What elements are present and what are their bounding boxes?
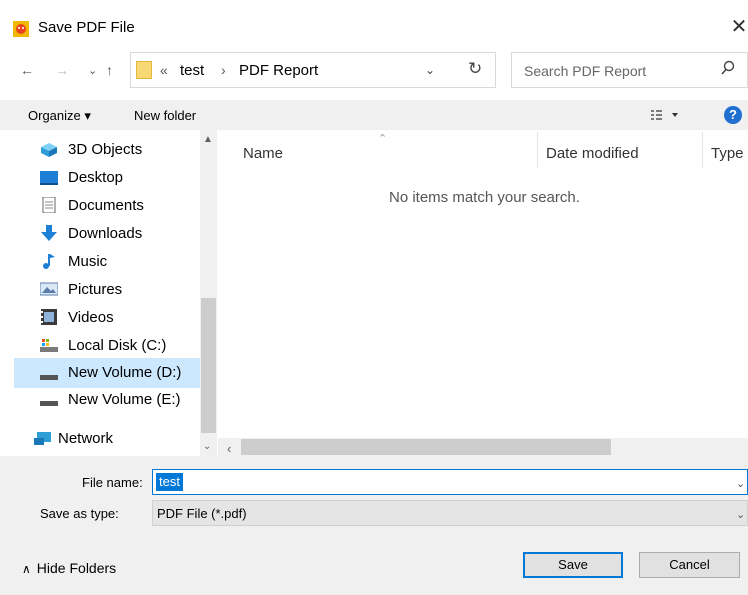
- hide-folders-button[interactable]: ∧ Hide Folders: [22, 560, 116, 576]
- sidebar-item-new-volume-e[interactable]: New Volume (E:): [14, 386, 200, 414]
- sort-ascending-icon: ⌃: [378, 133, 388, 145]
- sidebar-item-label: Desktop: [68, 169, 124, 186]
- save-as-type-label: Save as type:: [40, 506, 119, 521]
- address-dropdown-icon[interactable]: ⌄: [425, 63, 435, 77]
- videos-icon: [41, 309, 57, 325]
- column-divider[interactable]: [702, 132, 703, 168]
- sidebar-item-label: New Volume (D:): [68, 364, 182, 381]
- back-icon[interactable]: ←: [20, 62, 34, 78]
- desktop-icon: [40, 171, 58, 185]
- local-disk-icon: [40, 339, 58, 352]
- documents-icon: [42, 197, 56, 213]
- file-name-label: File name:: [82, 475, 143, 490]
- sidebar-item-label: Downloads: [68, 225, 143, 242]
- save-button[interactable]: Save: [523, 552, 623, 578]
- 3d-objects-icon: [41, 143, 57, 157]
- scroll-down-icon[interactable]: ⌄: [203, 441, 211, 452]
- sidebar-item-documents[interactable]: Documents: [14, 192, 200, 220]
- search-icon[interactable]: [720, 60, 736, 78]
- chevron-up-icon: ∧: [22, 562, 31, 576]
- sidebar-item-pictures[interactable]: Pictures: [14, 276, 200, 304]
- command-bar: [0, 100, 748, 130]
- app-icon: [13, 21, 29, 37]
- breadcrumb-item-test[interactable]: test: [180, 62, 204, 79]
- up-icon[interactable]: ↑: [106, 62, 113, 78]
- refresh-icon[interactable]: ↻: [468, 59, 482, 79]
- breadcrumb-item-pdf-report[interactable]: PDF Report: [239, 62, 318, 79]
- view-options-icon[interactable]: [650, 107, 680, 123]
- sidebar-item-network[interactable]: Network: [0, 425, 200, 453]
- file-name-field[interactable]: [152, 469, 748, 495]
- network-icon: [34, 432, 51, 445]
- sidebar-item-local-disk-c[interactable]: Local Disk (C:): [14, 332, 200, 360]
- sidebar-item-label: Videos: [68, 309, 114, 326]
- organize-button[interactable]: Organize ▾: [28, 108, 91, 124]
- downloads-icon: [41, 225, 57, 241]
- horizontal-scrollbar-thumb[interactable]: [241, 439, 611, 455]
- recent-locations-icon[interactable]: ⌄: [88, 64, 97, 77]
- sidebar-item-label: Network: [58, 430, 114, 447]
- drive-icon: [40, 401, 58, 406]
- scroll-up-icon[interactable]: ▲: [203, 134, 213, 145]
- save-as-type-value[interactable]: PDF File (*.pdf): [157, 506, 247, 521]
- music-icon: [43, 254, 55, 269]
- sidebar-item-3d-objects[interactable]: 3D Objects: [14, 136, 200, 164]
- column-header-type[interactable]: Type: [711, 145, 744, 162]
- sidebar-item-new-volume-d[interactable]: New Volume (D:): [14, 358, 200, 388]
- empty-message: No items match your search.: [389, 189, 580, 206]
- hide-folders-label: Hide Folders: [36, 560, 117, 576]
- pictures-icon: [40, 282, 58, 296]
- column-header-name[interactable]: Name: [243, 145, 283, 162]
- cancel-button[interactable]: Cancel: [639, 552, 740, 578]
- forward-icon[interactable]: →: [55, 62, 69, 78]
- sidebar-item-music[interactable]: Music: [14, 248, 200, 276]
- scroll-left-icon[interactable]: ‹: [227, 441, 231, 456]
- close-icon[interactable]: ✕: [730, 14, 748, 40]
- sidebar-item-label: 3D Objects: [68, 141, 143, 158]
- file-list[interactable]: [218, 130, 748, 438]
- breadcrumb-overflow[interactable]: «: [160, 62, 168, 78]
- new-folder-button[interactable]: New folder: [134, 108, 196, 123]
- sidebar-item-desktop[interactable]: Desktop: [14, 164, 200, 192]
- sidebar-item-label: Local Disk (C:): [68, 337, 167, 354]
- folder-icon: [136, 61, 152, 79]
- window-title: Save PDF File: [38, 19, 135, 36]
- search-input[interactable]: Search PDF Report: [524, 63, 646, 79]
- save-as-type-dropdown-icon[interactable]: ⌄: [736, 508, 745, 521]
- sidebar-item-downloads[interactable]: Downloads: [14, 220, 200, 248]
- drive-icon: [40, 375, 58, 380]
- column-divider[interactable]: [537, 132, 538, 168]
- help-icon[interactable]: ?: [724, 106, 742, 124]
- sidebar-item-label: New Volume (E:): [68, 391, 181, 408]
- breadcrumb-separator[interactable]: ›: [221, 62, 226, 78]
- navigation-scrollbar-thumb[interactable]: [201, 298, 216, 433]
- sidebar-item-videos[interactable]: Videos: [14, 304, 200, 332]
- file-name-dropdown-icon[interactable]: ⌄: [736, 477, 745, 490]
- sidebar-item-label: Pictures: [68, 281, 123, 298]
- column-header-date-modified[interactable]: Date modified: [546, 145, 639, 162]
- sidebar-item-label: Music: [68, 253, 108, 270]
- sidebar-item-label: Documents: [68, 197, 144, 214]
- file-name-value[interactable]: test: [156, 473, 183, 491]
